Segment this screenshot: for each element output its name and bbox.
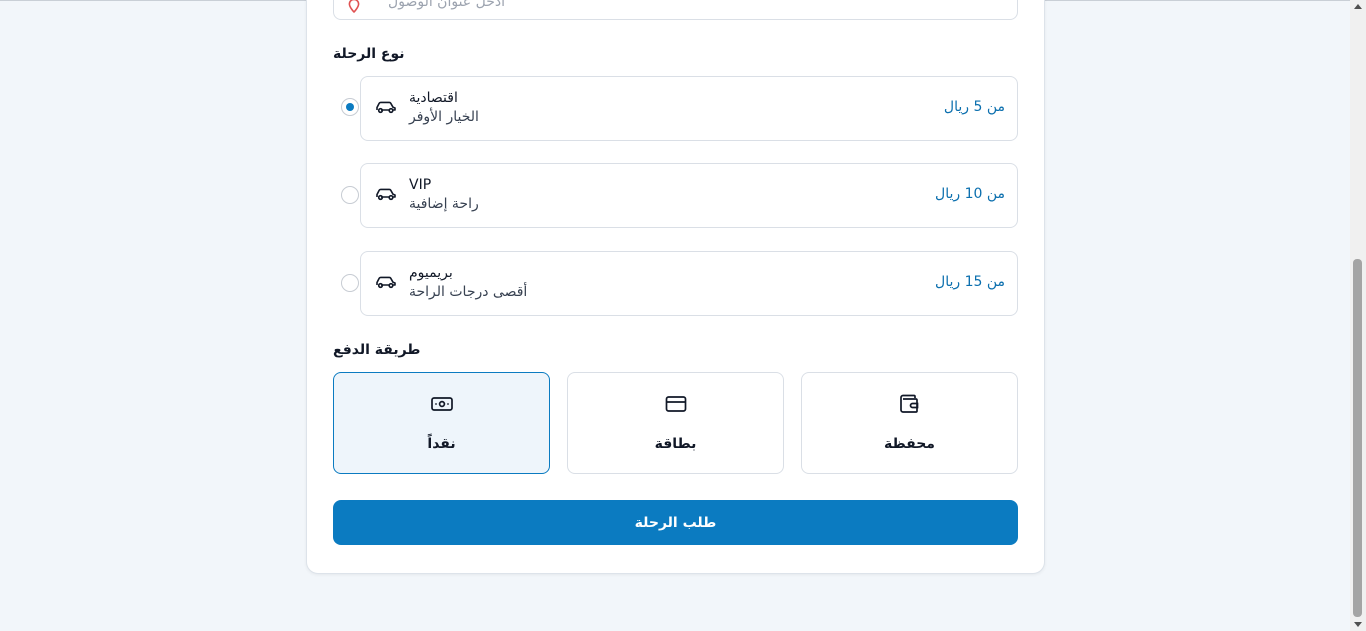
credit-card-icon <box>665 396 687 412</box>
ride-type-title: نوع الرحلة <box>333 46 405 62</box>
cash-icon <box>431 397 453 411</box>
ride-option-vip[interactable]: VIP راحة إضافية من 10 ريال <box>360 163 1018 228</box>
ride-option-price: من 15 ريال <box>935 274 1005 290</box>
payment-option-cash[interactable]: نقداً <box>333 372 550 474</box>
request-ride-button[interactable]: طلب الرحلة <box>333 500 1018 545</box>
car-icon <box>376 188 396 201</box>
ride-option-name: اقتصادية <box>409 90 458 106</box>
vertical-scrollbar[interactable] <box>1350 0 1366 631</box>
ride-radio-premium[interactable] <box>341 274 359 292</box>
scroll-down-arrow-icon[interactable] <box>1354 622 1362 627</box>
ride-option-name: VIP <box>409 177 432 193</box>
ride-radio-economy[interactable] <box>341 98 359 116</box>
ride-option-price: من 10 ريال <box>935 186 1005 202</box>
ride-radio-vip[interactable] <box>341 186 359 204</box>
wallet-icon <box>900 394 919 413</box>
ride-option-description: أقصى درجات الراحة <box>409 284 528 300</box>
car-icon <box>376 101 396 114</box>
payment-option-label: نقداً <box>427 436 456 452</box>
ride-option-price: من 5 ريال <box>943 99 1005 115</box>
ride-option-description: الخيار الأوفر <box>409 109 479 125</box>
payment-option-label: بطاقة <box>654 436 697 452</box>
payment-option-label: محفظة <box>884 436 935 452</box>
ride-option-name: بريميوم <box>409 265 453 281</box>
ride-option-economy[interactable]: اقتصادية الخيار الأوفر من 5 ريال <box>360 76 1018 141</box>
car-icon <box>376 276 396 289</box>
ride-option-description: راحة إضافية <box>409 196 479 212</box>
scroll-up-arrow-icon[interactable] <box>1354 4 1362 9</box>
location-pin-icon <box>348 0 360 14</box>
payment-method-title: طريقة الدفع <box>333 342 421 358</box>
payment-option-wallet[interactable]: محفظة <box>801 372 1018 474</box>
scrollbar-thumb[interactable] <box>1353 259 1362 617</box>
destination-input[interactable] <box>370 0 505 12</box>
destination-field[interactable] <box>333 0 1018 20</box>
payment-option-card[interactable]: بطاقة <box>567 372 784 474</box>
ride-option-premium[interactable]: بريميوم أقصى درجات الراحة من 15 ريال <box>360 251 1018 316</box>
